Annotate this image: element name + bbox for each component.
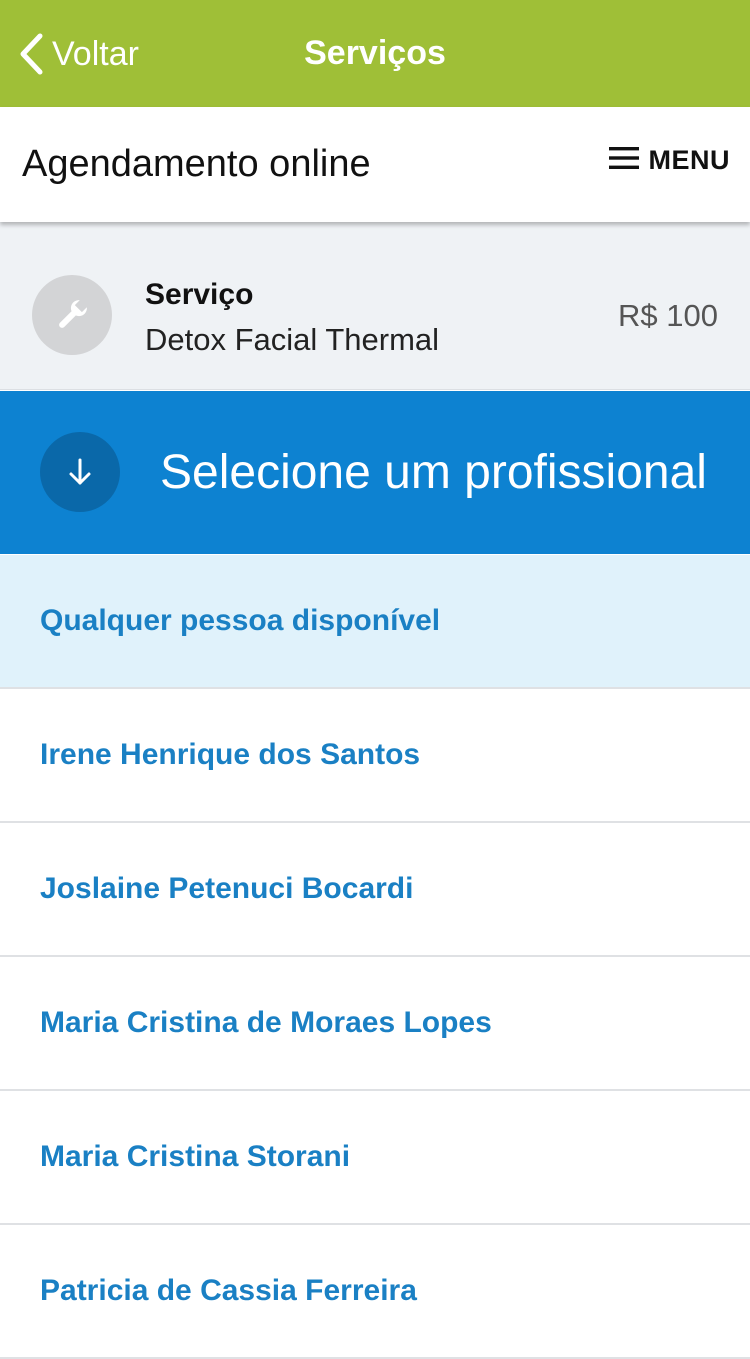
back-button[interactable]: Voltar xyxy=(18,30,139,78)
professional-name: Qualquer pessoa disponível xyxy=(40,604,441,637)
professional-name: Maria Cristina de Moraes Lopes xyxy=(40,1006,492,1039)
professional-name: Irene Henrique dos Santos xyxy=(40,738,421,771)
back-label: Voltar xyxy=(52,34,139,73)
professional-item[interactable]: Maria Cristina Storani xyxy=(0,1091,750,1225)
select-professional-title: Selecione um profissional xyxy=(160,446,707,499)
professional-name: Joslaine Petenuci Bocardi xyxy=(40,872,414,905)
service-name: Detox Facial Thermal xyxy=(145,322,440,357)
chevron-left-icon xyxy=(18,32,44,76)
menu-button[interactable]: MENU xyxy=(608,145,731,176)
top-navigation-bar: Voltar Serviços xyxy=(0,0,750,107)
service-summary: Serviço Detox Facial Thermal R$ 100 xyxy=(0,222,750,390)
arrow-down-icon xyxy=(40,432,120,512)
menu-label: MENU xyxy=(648,145,730,175)
professional-item[interactable]: Patricia de Cassia Ferreira xyxy=(0,1225,750,1359)
professional-item[interactable]: Joslaine Petenuci Bocardi xyxy=(0,823,750,957)
professional-name: Maria Cristina Storani xyxy=(40,1140,351,1173)
wrench-icon xyxy=(32,275,112,355)
service-label: Serviço xyxy=(145,278,254,311)
professional-item[interactable]: Maria Cristina de Moraes Lopes xyxy=(0,957,750,1091)
hamburger-icon xyxy=(608,146,639,175)
professional-list: Qualquer pessoa disponível Irene Henriqu… xyxy=(0,555,750,1359)
service-price: R$ 100 xyxy=(618,298,718,333)
professional-item-any[interactable]: Qualquer pessoa disponível xyxy=(0,555,750,689)
professional-item[interactable]: Irene Henrique dos Santos xyxy=(0,689,750,823)
page-header: Agendamento online MENU xyxy=(0,107,750,222)
page-title: Agendamento online xyxy=(22,143,371,185)
select-professional-banner: Selecione um profissional xyxy=(0,391,750,554)
professional-name: Patricia de Cassia Ferreira xyxy=(40,1274,417,1307)
